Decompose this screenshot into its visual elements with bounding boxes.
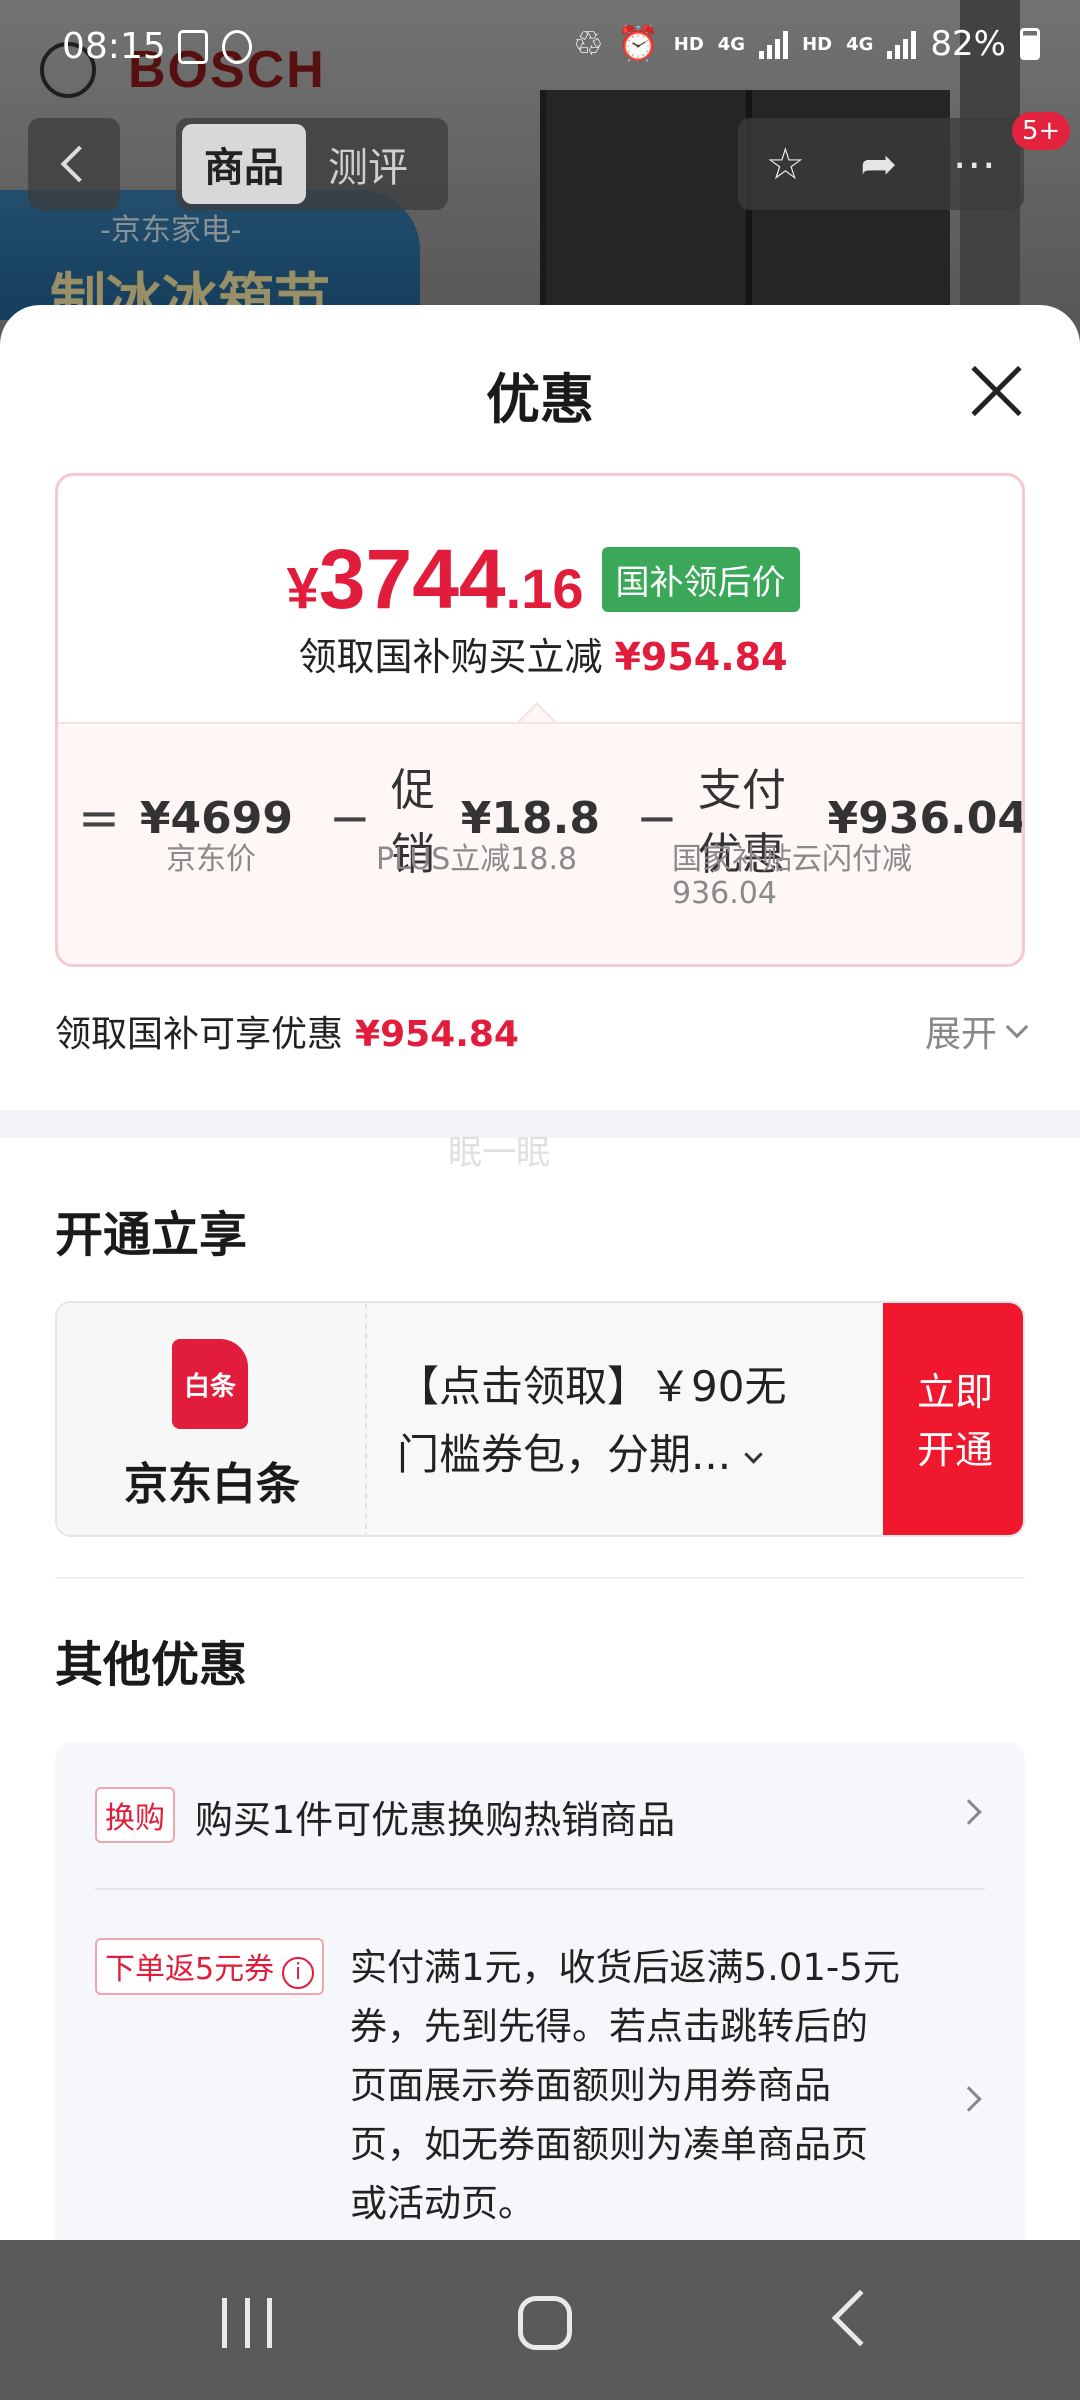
back-icon (60, 145, 98, 183)
battery-saver-icon: ♲ (572, 24, 604, 64)
tab-product[interactable]: 商品 (182, 124, 306, 204)
4g-indicator: 4G (717, 33, 746, 55)
price-breakdown: = ¥4699 − 促销 ¥18.8 − 支付优惠 ¥936.04 京东价 PL… (58, 722, 1022, 964)
chevron-right-icon[interactable] (956, 2086, 982, 2112)
trade-in-tag: 换购 (95, 1787, 175, 1843)
pay-discount-label: 国家补贴云闪付减 (672, 842, 912, 877)
hd-indicator: HD (673, 33, 704, 55)
toolbar-actions: ☆ ➦ ⋯ (738, 118, 1024, 210)
home-icon[interactable] (518, 2296, 572, 2350)
open-button-line1: 立即 (916, 1370, 993, 1414)
coupon-text-line: 页，如无券面额则为凑单商品页 (350, 2123, 868, 2166)
other-discounts-card: 换购 购买1件可优惠换购热销商品 下单返5元券 i 实付满1元，收货后返满5.01… (55, 1742, 1025, 2240)
baitiao-brand: 白条 京东白条 (57, 1303, 367, 1535)
price-tag: 国补领后价 (601, 547, 800, 612)
discount-sheet: 优惠 ¥3744.16 国补领后价 领取国补购买立减 ¥954.84 = ¥469… (0, 305, 1080, 2240)
expand-label: 展开 (924, 1014, 997, 1055)
open-baitiao-button[interactable]: 立即 开通 (883, 1303, 1023, 1535)
signal-icon (759, 29, 789, 59)
coupon-text-line: 实付满1元，收货后返满5.01-5元 (350, 1946, 900, 1989)
trade-in-row[interactable]: 换购 购买1件可优惠换购热销商品 (95, 1787, 995, 1847)
info-icon[interactable]: i (282, 1956, 315, 1989)
subsidy-amount: ¥954.84 (614, 635, 788, 679)
star-icon[interactable]: ☆ (766, 139, 805, 190)
system-nav-bar (0, 2240, 1080, 2400)
subsidy-line: 领取国补购买立减 ¥954.84 (58, 626, 1022, 681)
close-icon[interactable] (966, 360, 1026, 420)
baitiao-desc-line2-wrap: 门槛券包，分期... (397, 1421, 817, 1489)
status-right: ♲ ⏰ HD 4G HD 4G 82% (573, 24, 1040, 64)
open-button-line2: 开通 (916, 1428, 993, 1472)
chevron-down-icon (1005, 1015, 1029, 1039)
subsidy-text: 领取国补购买立减 (298, 635, 603, 679)
expand-button[interactable]: 展开 (924, 1005, 1029, 1057)
final-price-line: ¥3744.16 国补领后价 (58, 531, 1022, 628)
chevron-right-icon (956, 1799, 982, 1825)
divider (55, 1577, 1025, 1579)
baitiao-logo-icon: 白条 (172, 1339, 248, 1429)
row-separator (95, 1888, 985, 1890)
coupon-text-line: 券，先到先得。若点击跳转后的 (350, 2005, 868, 2048)
alarm-icon: ⏰ (617, 24, 660, 64)
hd-indicator-2: HD (802, 33, 833, 55)
back-button[interactable] (28, 118, 120, 210)
price-card: ¥3744.16 国补领后价 领取国补购买立减 ¥954.84 = ¥4699 −… (55, 473, 1025, 967)
coupon-text-line: 页面展示券面额则为用券商品 (350, 2064, 831, 2107)
notification-icon (178, 30, 208, 64)
status-time: 08:15 (62, 26, 166, 67)
baitiao-desc-line2: 门槛券包，分期... (397, 1430, 732, 1479)
summary-text: 领取国补可享优惠 (55, 1014, 344, 1055)
equals-sign: = (78, 789, 120, 847)
4g-indicator-2: 4G (846, 33, 874, 55)
battery-icon (1020, 28, 1040, 60)
back-nav-icon[interactable] (831, 2289, 889, 2347)
final-price: ¥3744.16 (286, 532, 584, 626)
top-nav: 商品 测评 ☆ ➦ ⋯ (0, 118, 1080, 210)
battery-level: 82% (930, 24, 1006, 64)
promo-label: PLUS立减18.8 (376, 842, 578, 877)
status-bar: 08:15 ♲ ⏰ HD 4G HD 4G 82% (0, 0, 1080, 100)
tab-switch: 商品 测评 (176, 118, 448, 210)
discount-summary: 领取国补可享优惠 ¥954.84 展开 (55, 1005, 1029, 1065)
recent-apps-icon[interactable] (222, 2298, 272, 2348)
coupon-tag: 下单返5元券 i (95, 1938, 325, 1995)
baitiao-desc[interactable]: 【点击领取】￥90无 门槛券包，分期... (397, 1353, 817, 1489)
open-section-title: 开通立享 (55, 1207, 248, 1263)
summary-amount: ¥954.84 (355, 1014, 519, 1055)
share-icon[interactable]: ➦ (860, 139, 897, 190)
watermark: 眠一眠 (448, 1133, 550, 1173)
coupon-row-text[interactable]: 实付满1元，收货后返满5.01-5元 券，先到先得。若点击跳转后的 页面展示券面… (350, 1938, 930, 2233)
coupon-row-tag[interactable]: 下单返5元券 i (95, 1938, 325, 1995)
message-badge: 5+ (1012, 112, 1071, 150)
minus-sign: − (328, 789, 371, 847)
more-icon[interactable]: ⋯ (952, 139, 996, 190)
pay-discount-label-2: 936.04 (672, 876, 777, 911)
chevron-down-icon (744, 1445, 763, 1464)
baitiao-card[interactable]: 白条 京东白条 【点击领取】￥90无 门槛券包，分期... 立即开通 (55, 1301, 1025, 1537)
baitiao-name: 京东白条 (124, 1459, 300, 1510)
sheet-title: 优惠 (486, 368, 594, 431)
price-top: ¥3744.16 国补领后价 领取国补购买立减 ¥954.84 (58, 476, 1022, 722)
base-price-label: 京东价 (166, 842, 256, 877)
coupon-text-line: 或活动页。 (350, 2182, 535, 2225)
baitiao-desc-line1: 【点击领取】￥90无 (397, 1362, 787, 1411)
tab-review[interactable]: 测评 (306, 124, 430, 204)
signal-icon-2 (887, 29, 917, 59)
other-section-title: 其他优惠 (55, 1637, 248, 1693)
app-notification-icon (222, 30, 252, 64)
trade-in-text: 购买1件可优惠换购热销商品 (195, 1798, 676, 1842)
